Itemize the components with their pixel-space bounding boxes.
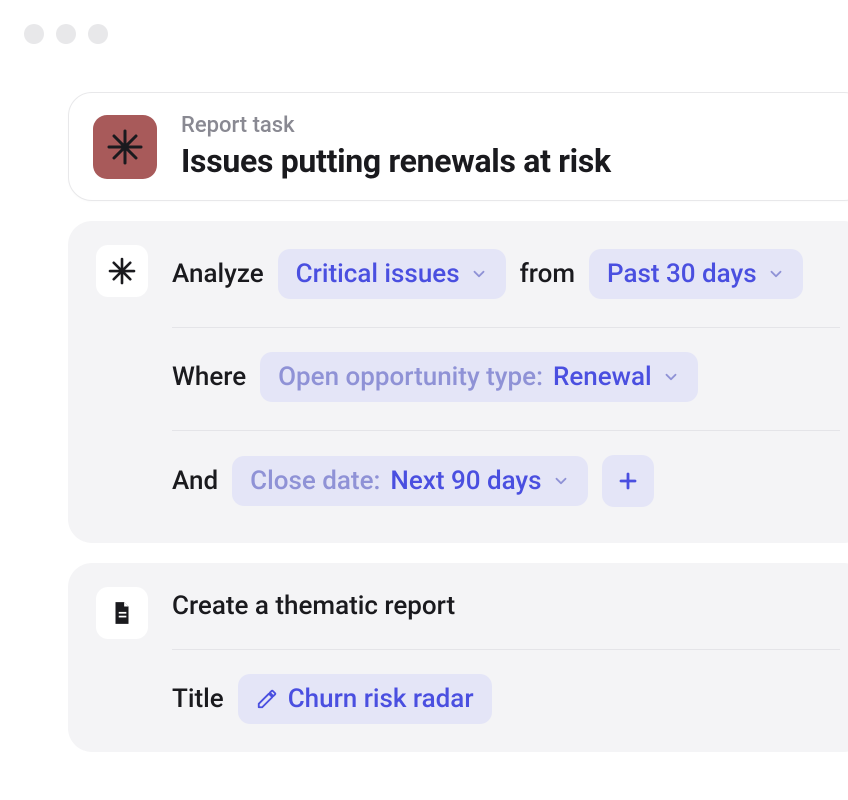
page-title: Issues putting renewals at risk — [181, 142, 611, 180]
filter-key: Open opportunity type: — [278, 362, 543, 392]
label-title: Title — [172, 684, 224, 714]
filter-value: Renewal — [553, 362, 652, 392]
dropdown-timeframe[interactable]: Past 30 days — [589, 249, 803, 299]
analyze-card: Analyze Critical issues from Past 30 day… — [68, 221, 848, 543]
report-title-value: Churn risk radar — [288, 684, 474, 714]
asterisk-icon — [105, 127, 145, 167]
step-icon-analyze — [96, 245, 148, 297]
dropdown-filter-close-date[interactable]: Close date: Next 90 days — [232, 456, 587, 506]
chevron-down-icon — [470, 265, 488, 283]
report-header-card: Report task Issues putting renewals at r… — [68, 92, 848, 201]
label-and: And — [172, 466, 218, 496]
label-analyze: Analyze — [172, 259, 264, 289]
add-filter-button[interactable] — [602, 455, 654, 507]
window-dot — [56, 24, 76, 44]
dropdown-value: Critical issues — [296, 259, 460, 289]
filter-key: Close date: — [250, 466, 380, 496]
window-dot — [88, 24, 108, 44]
filter-value: Next 90 days — [390, 466, 541, 496]
step-icon-report — [96, 587, 148, 639]
dropdown-value: Past 30 days — [607, 259, 757, 289]
document-icon — [109, 600, 135, 626]
asterisk-icon — [107, 256, 137, 286]
plus-icon — [616, 469, 640, 493]
label-from: from — [520, 259, 575, 289]
window-controls — [0, 0, 848, 44]
chevron-down-icon — [552, 472, 570, 490]
dropdown-critical-issues[interactable]: Critical issues — [278, 249, 506, 299]
window-dot — [24, 24, 44, 44]
chevron-down-icon — [767, 265, 785, 283]
report-card: Create a thematic report Title Churn ris… — [68, 563, 848, 752]
pencil-icon — [256, 688, 278, 710]
step-title: Create a thematic report — [172, 591, 455, 621]
dropdown-filter-opportunity-type[interactable]: Open opportunity type: Renewal — [260, 352, 697, 402]
chevron-down-icon — [662, 368, 680, 386]
report-title-input[interactable]: Churn risk radar — [238, 674, 492, 724]
label-where: Where — [172, 362, 246, 392]
header-overline: Report task — [181, 113, 611, 138]
app-icon — [93, 115, 157, 179]
